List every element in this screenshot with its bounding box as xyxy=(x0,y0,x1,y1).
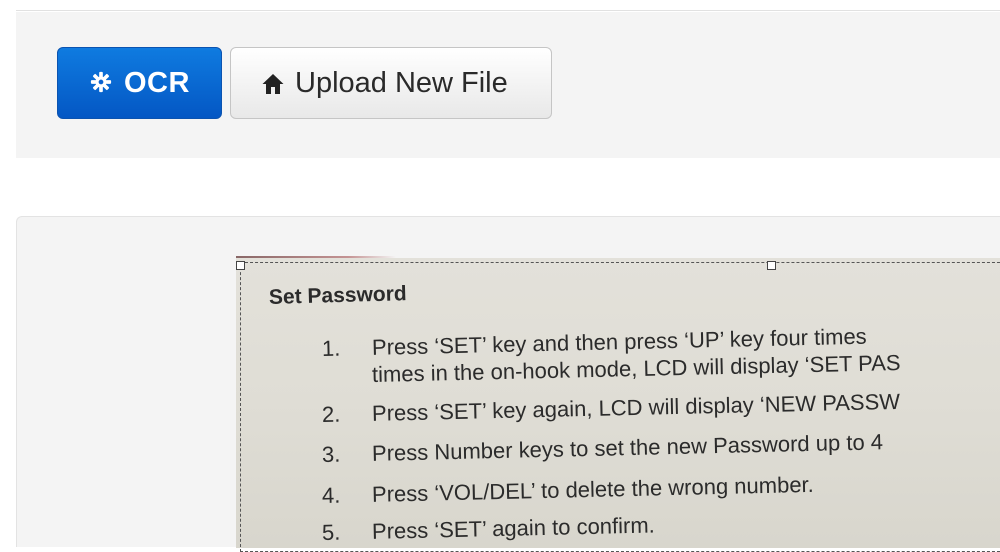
list-item: 4. Press ‘VOL/DEL’ to delete the wrong nu… xyxy=(321,471,815,508)
ocr-button[interactable]: OCR xyxy=(57,47,222,119)
crop-handle-top-middle[interactable] xyxy=(767,261,776,270)
top-divider xyxy=(16,10,1000,11)
document-title: Set Password xyxy=(268,282,407,309)
crop-handle-top-left[interactable] xyxy=(236,261,245,270)
list-item: 3. Press Number keys to set the new Passw… xyxy=(321,429,884,467)
upload-new-file-button[interactable]: Upload New File xyxy=(230,47,552,119)
home-icon xyxy=(261,71,285,95)
ocr-button-label: OCR xyxy=(124,66,190,99)
upload-button-label: Upload New File xyxy=(295,66,508,99)
list-item: 2. Press ‘SET’ key again, LCD will displa… xyxy=(321,388,901,427)
list-item: 5. Press ‘SET’ again to confirm. xyxy=(321,512,656,545)
document-image: Set Password 1. Press ‘SET’ key and then … xyxy=(236,258,1000,548)
toolbar: OCR Upload New File xyxy=(16,12,1000,158)
gear-icon xyxy=(90,71,114,95)
